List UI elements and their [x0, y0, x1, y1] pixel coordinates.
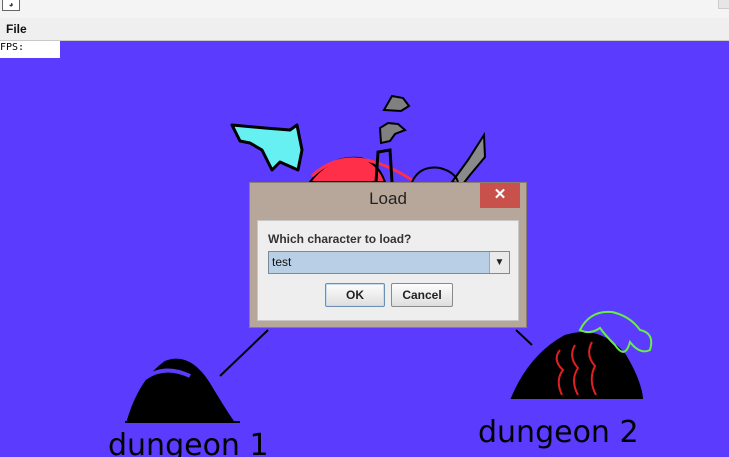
dialog-body: Which character to load? test ▼ OK Cance… [257, 220, 519, 321]
cancel-button[interactable]: Cancel [391, 283, 453, 307]
app-icon: ◕ [2, 0, 20, 11]
dungeon1-label: dungeon 1 [108, 428, 269, 457]
dungeon1-cave [126, 358, 234, 421]
menu-bar: File [0, 18, 729, 41]
gray-rock-mid [378, 121, 407, 145]
window-corner-button[interactable] [718, 0, 729, 9]
gray-spike-shape [450, 131, 487, 186]
dungeon2-label: dungeon 2 [478, 415, 639, 450]
black-outline-scribble [411, 166, 459, 183]
path-to-dungeon1 [219, 329, 269, 377]
window-titlebar: ◕ [0, 0, 729, 19]
dialog-prompt: Which character to load? [268, 232, 412, 246]
character-select-value: test [272, 255, 292, 269]
ok-button[interactable]: OK [325, 283, 385, 307]
gray-rock-top [382, 94, 411, 113]
character-select[interactable]: test ▼ [268, 251, 510, 274]
chevron-down-icon[interactable]: ▼ [489, 252, 509, 273]
menu-file[interactable]: File [4, 21, 29, 37]
close-icon[interactable]: ✕ [480, 183, 520, 208]
load-dialog: Load ✕ Which character to load? test ▼ O… [249, 182, 527, 328]
cyan-arrow-shape [230, 123, 304, 172]
path-to-dungeon2 [515, 329, 533, 346]
fps-counter: FPS: [0, 41, 60, 58]
